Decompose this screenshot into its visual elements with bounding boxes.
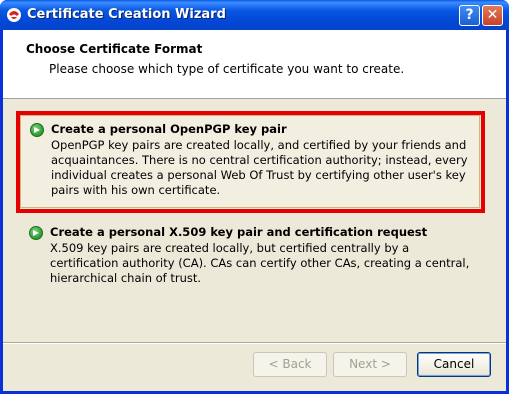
cancel-button[interactable]: Cancel — [417, 352, 491, 377]
option-title: Create a personal OpenPGP key pair — [51, 122, 287, 136]
title-bar[interactable]: Certificate Creation Wizard ? ✕ — [0, 0, 509, 30]
page-subtitle: Please choose which type of certificate … — [49, 62, 405, 76]
option-description: OpenPGP key pairs are created locally, a… — [51, 138, 468, 197]
wizard-client-area: Choose Certificate Format Please choose … — [3, 30, 506, 391]
options-area: Create a personal OpenPGP key pair OpenP… — [3, 99, 506, 339]
next-button[interactable]: Next > — [333, 352, 407, 377]
option-title: Create a personal X.509 key pair and cer… — [50, 225, 428, 239]
wizard-header: Choose Certificate Format Please choose … — [3, 30, 506, 99]
page-title: Choose Certificate Format — [26, 42, 203, 56]
option-openpgp[interactable]: Create a personal OpenPGP key pair OpenP… — [20, 115, 480, 208]
option-description: X.509 key pairs are created locally, but… — [50, 241, 470, 285]
option-x509[interactable]: Create a personal X.509 key pair and cer… — [20, 219, 480, 299]
footer-divider — [3, 342, 506, 344]
green-arrow-icon — [29, 226, 43, 240]
help-button[interactable]: ? — [459, 5, 480, 26]
green-arrow-icon — [30, 123, 44, 137]
kleopatra-app-icon — [7, 8, 21, 22]
close-button[interactable]: ✕ — [482, 5, 503, 26]
window-title: Certificate Creation Wizard — [27, 7, 226, 22]
wizard-window: Certificate Creation Wizard ? ✕ Choose C… — [0, 0, 509, 394]
back-button[interactable]: < Back — [253, 352, 327, 377]
